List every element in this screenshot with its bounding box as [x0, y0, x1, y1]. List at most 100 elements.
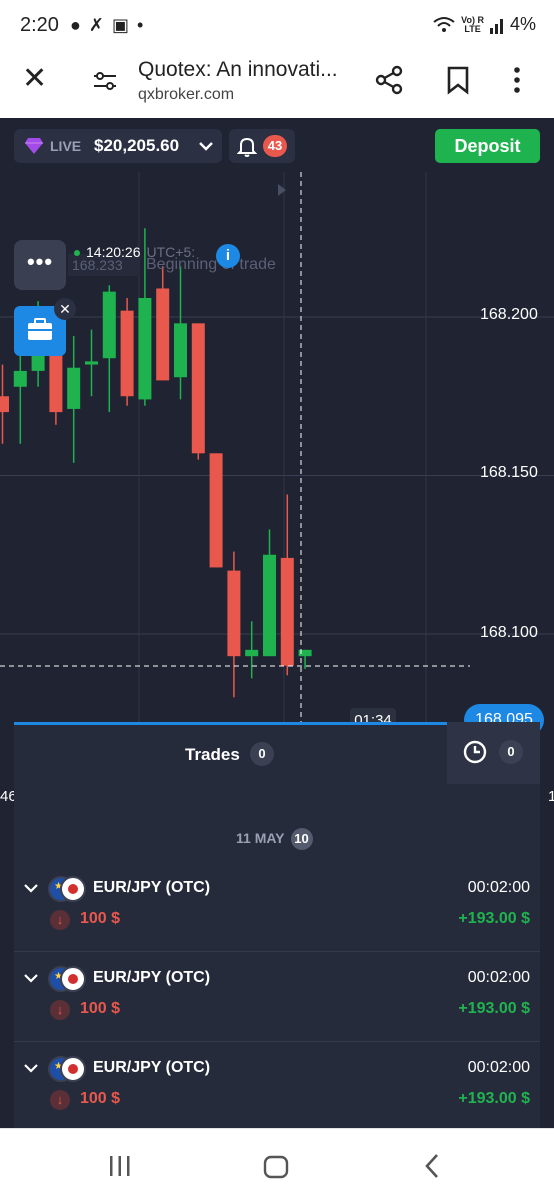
timestamp-value: 14:20:26 [86, 244, 141, 260]
chevron-down-icon[interactable] [24, 1062, 38, 1074]
system-nav-bar [0, 1128, 554, 1200]
trade-duration: 00:02:00 [467, 969, 530, 986]
open-trades-count: 0 [250, 742, 274, 766]
page-title: Quotex: An innovati... [138, 58, 338, 81]
missed-call-icon: ✗ [88, 15, 104, 35]
candle-up [13, 370, 27, 387]
volte-label: Vo) R LTE [461, 14, 484, 34]
trades-date-header: 11 MAY 10 [236, 828, 313, 850]
candle-down [209, 453, 223, 568]
candle-up [102, 291, 116, 359]
portfolio-button[interactable]: ✕ [14, 298, 76, 356]
browser-header: ✕ Quotex: An innovati... qxbroker.com [0, 50, 554, 120]
trade-profit: +193.00 $ [458, 910, 530, 927]
recent-apps-icon[interactable] [108, 1155, 132, 1177]
chat-icon: ● [70, 15, 81, 35]
trade-row[interactable]: ★★ EUR/JPY (OTC) 00:02:00 ↓ 100 $ +193.00 $ [14, 952, 540, 1042]
page-url: qxbroker.com [138, 86, 235, 103]
trade-amount: 100 $ [80, 910, 121, 927]
candle-up [67, 367, 81, 409]
timezone-label: UTC+5: [146, 244, 196, 260]
chevron-down-icon[interactable] [24, 882, 38, 894]
expiry-marker-icon [278, 184, 286, 196]
currency-flags: ★★ [48, 1056, 88, 1082]
wifi-icon [433, 16, 455, 32]
more-options-icon[interactable] [512, 65, 522, 95]
close-icon[interactable]: ✕ [22, 64, 47, 94]
notification-count-badge: 43 [263, 135, 287, 157]
chart-timestamp: 14:20:26 UTC+5: [74, 244, 195, 266]
currency-flags: ★★ [48, 876, 88, 902]
live-dot-icon [74, 250, 80, 257]
axis-edge-label-right: 1 [548, 788, 554, 805]
account-mode: LIVE [50, 138, 82, 154]
candle-down [0, 396, 9, 413]
trading-app: LIVE $20,205.60 43 Deposit 168.233 Begin… [0, 120, 554, 1128]
account-balance: $20,205.60 [94, 136, 180, 155]
site-settings-icon[interactable] [92, 70, 118, 92]
notification-icons: ● ✗ ▣ • [70, 15, 143, 36]
gallery-icon: ▣ [111, 15, 129, 35]
price-level-label: 168.200 [480, 306, 538, 323]
candle-down [227, 570, 241, 657]
trade-pair: EUR/JPY (OTC) [93, 1059, 211, 1076]
candle-up [263, 554, 276, 657]
arrow-down-icon: ↓ [50, 910, 70, 930]
trade-duration: 00:02:00 [467, 1059, 530, 1076]
dot-icon: • [136, 15, 144, 35]
close-portfolio-icon[interactable]: ✕ [54, 298, 76, 320]
candle-down [191, 323, 205, 454]
home-icon[interactable] [262, 1155, 290, 1179]
candle-up [245, 649, 259, 657]
deposit-button[interactable]: Deposit [435, 129, 540, 163]
system-icons: Vo) R LTE 4% [433, 14, 536, 35]
diamond-icon [25, 138, 43, 154]
price-level-label: 168.150 [480, 464, 538, 481]
trades-date-count: 10 [290, 828, 313, 850]
price-level-label: 168.100 [480, 624, 538, 641]
candle-up [138, 297, 152, 400]
candle-up [174, 323, 187, 378]
bell-icon [237, 137, 257, 157]
trades-date: 11 MAY [236, 830, 285, 846]
candle-down [156, 288, 170, 381]
trades-tabbar: Trades 0 0 [14, 722, 540, 784]
tab-history[interactable]: 0 [447, 722, 540, 784]
japan-flag-icon [60, 966, 86, 992]
status-bar: 2:20 ● ✗ ▣ • Vo) R LTE 4% [0, 0, 554, 50]
arrow-down-icon: ↓ [50, 1000, 70, 1020]
chevron-down-icon[interactable] [24, 972, 38, 984]
currency-flags: ★★ [48, 966, 88, 992]
status-time: 2:20 [20, 14, 59, 36]
notifications-button[interactable]: 43 [229, 129, 295, 163]
trade-amount: 100 $ [80, 1090, 121, 1107]
signal-icon [489, 18, 503, 34]
more-menu-button[interactable]: ••• [14, 240, 66, 290]
japan-flag-icon [60, 876, 86, 902]
trade-duration: 00:02:00 [467, 879, 530, 896]
back-icon[interactable] [422, 1153, 442, 1179]
account-selector[interactable]: LIVE $20,205.60 [14, 129, 222, 163]
trade-profit: +193.00 $ [458, 1090, 530, 1107]
trade-profit: +193.00 $ [458, 1000, 530, 1017]
chevron-down-icon [199, 142, 213, 151]
tab-trades-label: Trades [185, 745, 240, 764]
candle-down [280, 557, 294, 666]
trade-row[interactable]: ★★ EUR/JPY (OTC) 00:02:00 ↓ 100 $ +193.00 $ [14, 1042, 540, 1128]
trade-row[interactable]: ★★ EUR/JPY (OTC) 00:02:00 ↓ 100 $ +193.00 $ [14, 862, 540, 952]
japan-flag-icon [60, 1056, 86, 1082]
app-topbar: LIVE $20,205.60 43 Deposit [0, 120, 554, 172]
candle-down [120, 310, 134, 397]
arrow-down-icon: ↓ [50, 1090, 70, 1110]
clock-icon [463, 740, 487, 764]
trade-pair: EUR/JPY (OTC) [93, 969, 211, 986]
trades-panel: Trades 0 0 11 MAY 10 ★★ EUR/JPY (OTC) 00:02… [14, 722, 540, 1128]
bookmark-icon[interactable] [446, 65, 470, 95]
trade-pair: EUR/JPY (OTC) [93, 879, 211, 896]
history-count: 0 [499, 740, 523, 764]
tab-trades[interactable]: Trades 0 [14, 722, 447, 784]
share-icon[interactable] [374, 65, 404, 95]
price-chart[interactable]: 168.233 Beginning of trade 14:20:26 UTC+5… [0, 172, 554, 736]
candle-up [85, 361, 98, 365]
info-icon[interactable]: i [216, 244, 240, 268]
